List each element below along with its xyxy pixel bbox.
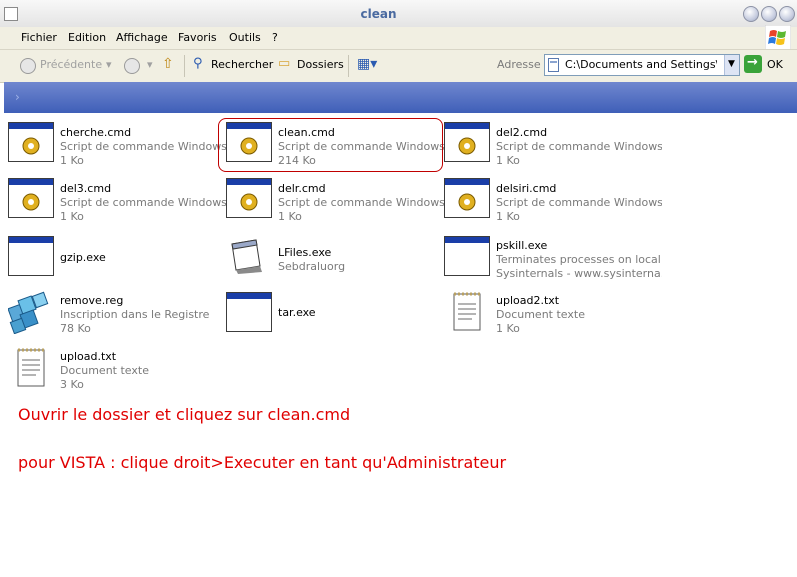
back-arrow-icon	[20, 58, 36, 74]
address-input[interactable]: C:\Documents and Settings\Bern ▼	[544, 54, 740, 76]
menu-favoris[interactable]: Favoris	[178, 31, 217, 44]
search-button[interactable]: Rechercher	[211, 58, 273, 71]
address-value: C:\Documents and Settings\Bern	[565, 58, 717, 71]
maximize-button[interactable]	[761, 6, 777, 22]
file-item[interactable]: pskill.exe Terminates processes on local…	[444, 236, 662, 288]
minimize-button[interactable]	[743, 6, 759, 22]
exe-window-icon	[444, 236, 492, 280]
text-document-icon	[444, 290, 492, 334]
go-button[interactable]: →	[744, 55, 762, 73]
registry-file-icon	[7, 290, 56, 335]
file-size: 78 Ko	[60, 322, 91, 335]
menu-affichage[interactable]: Affichage	[116, 31, 168, 44]
file-name: LFiles.exe	[278, 246, 332, 259]
file-name: del2.cmd	[496, 126, 548, 139]
menu-bar: Fichier Edition Affichage Favoris Outils…	[0, 27, 797, 49]
file-item[interactable]: cherche.cmd Script de commande Windows N…	[8, 122, 226, 174]
file-type: Script de commande Windows NT	[60, 140, 226, 153]
view-grid-icon[interactable]: ▦▾	[357, 56, 377, 72]
file-name: tar.exe	[278, 306, 316, 319]
file-item[interactable]: upload.txt Document texte 3 Ko	[8, 346, 226, 398]
file-name: delr.cmd	[278, 182, 326, 195]
file-name: upload.txt	[60, 350, 117, 363]
instruction-note-2: pour VISTA : clique droit>Executer en ta…	[18, 453, 507, 472]
close-button[interactable]	[779, 6, 795, 22]
address-dropdown-button[interactable]: ▼	[724, 55, 739, 75]
title-bar: clean	[0, 0, 797, 28]
file-item[interactable]: LFiles.exe Sebdraluorg	[226, 236, 444, 288]
file-item[interactable]: del2.cmd Script de commande Windows NT 1…	[444, 122, 662, 174]
forward-dropdown-icon[interactable]: ▾	[147, 58, 153, 71]
go-arrow-icon: →	[747, 55, 758, 70]
cmd-script-icon	[8, 122, 56, 166]
file-name: delsiri.cmd	[496, 182, 557, 195]
file-name: upload2.txt	[496, 294, 560, 307]
cmd-script-icon	[444, 122, 492, 166]
file-name: remove.reg	[60, 294, 124, 307]
file-type: Script de commande Windows NT	[496, 196, 662, 209]
file-item[interactable]: tar.exe	[226, 292, 444, 344]
file-type: Document texte	[60, 364, 149, 377]
file-item[interactable]: gzip.exe	[8, 236, 226, 288]
folder-header-bar: ›	[4, 82, 797, 113]
instruction-note-1: Ouvrir le dossier et cliquez sur clean.c…	[18, 405, 351, 424]
file-type: Script de commande Windows NT	[278, 196, 444, 209]
file-item[interactable]: delr.cmd Script de commande Windows NT 1…	[226, 178, 444, 230]
file-size: 3 Ko	[60, 378, 84, 391]
file-size: 1 Ko	[278, 210, 302, 223]
file-type: Script de commande Windows NT	[496, 140, 662, 153]
file-type: Sebdraluorg	[278, 260, 346, 273]
file-item[interactable]: remove.reg Inscription dans le Registre …	[7, 290, 226, 342]
file-item[interactable]: upload2.txt Document texte 1 Ko	[444, 290, 662, 342]
file-company: Sysinternals - www.sysinterna...	[496, 267, 662, 280]
exe-window-icon	[226, 292, 274, 336]
back-dropdown-icon[interactable]: ▾	[106, 58, 112, 71]
menu-edition[interactable]: Edition	[68, 31, 106, 44]
cmd-script-icon	[226, 178, 274, 222]
search-icon: ⚲	[193, 56, 203, 71]
forward-button[interactable]	[124, 58, 140, 74]
go-label[interactable]: OK	[767, 58, 783, 71]
address-label: Adresse	[497, 58, 541, 71]
folders-icon: ▭	[278, 56, 291, 71]
address-folder-icon	[548, 58, 559, 72]
file-name: gzip.exe	[60, 251, 106, 264]
file-item[interactable]: delsiri.cmd Script de commande Windows N…	[444, 178, 662, 230]
window-title: clean	[360, 7, 397, 21]
clean-cmd-highlight	[218, 118, 443, 172]
cmd-script-icon	[444, 178, 492, 222]
exe-window-icon	[8, 236, 56, 280]
file-type: Inscription dans le Registre	[60, 308, 210, 321]
toolbar-separator	[348, 55, 349, 77]
chevron-right-icon: ›	[15, 90, 20, 104]
cmd-script-icon	[8, 178, 56, 222]
file-type: Document texte	[496, 308, 585, 321]
file-item[interactable]: del3.cmd Script de commande Windows NT 1…	[8, 178, 226, 230]
file-type: Terminates processes on local ...	[496, 253, 662, 266]
file-size: 1 Ko	[60, 210, 84, 223]
file-size: 1 Ko	[60, 154, 84, 167]
back-button[interactable]: Précédente	[40, 58, 102, 71]
file-name: del3.cmd	[60, 182, 112, 195]
folders-button[interactable]: Dossiers	[297, 58, 344, 71]
text-document-icon	[8, 346, 56, 390]
file-type: Script de commande Windows NT	[60, 196, 226, 209]
file-name: cherche.cmd	[60, 126, 132, 139]
file-size: 1 Ko	[496, 210, 520, 223]
chevron-down-icon: ▼	[728, 59, 735, 69]
file-size: 1 Ko	[496, 154, 520, 167]
up-folder-icon[interactable]: ⇧	[162, 56, 174, 72]
lfiles-app-icon	[226, 236, 274, 280]
menu-help[interactable]: ?	[272, 31, 278, 44]
file-size: 1 Ko	[496, 322, 520, 335]
menu-fichier[interactable]: Fichier	[21, 31, 57, 44]
menu-outils[interactable]: Outils	[229, 31, 261, 44]
toolbar-separator	[184, 55, 185, 77]
windows-logo-icon	[765, 25, 791, 51]
file-name: pskill.exe	[496, 239, 548, 252]
